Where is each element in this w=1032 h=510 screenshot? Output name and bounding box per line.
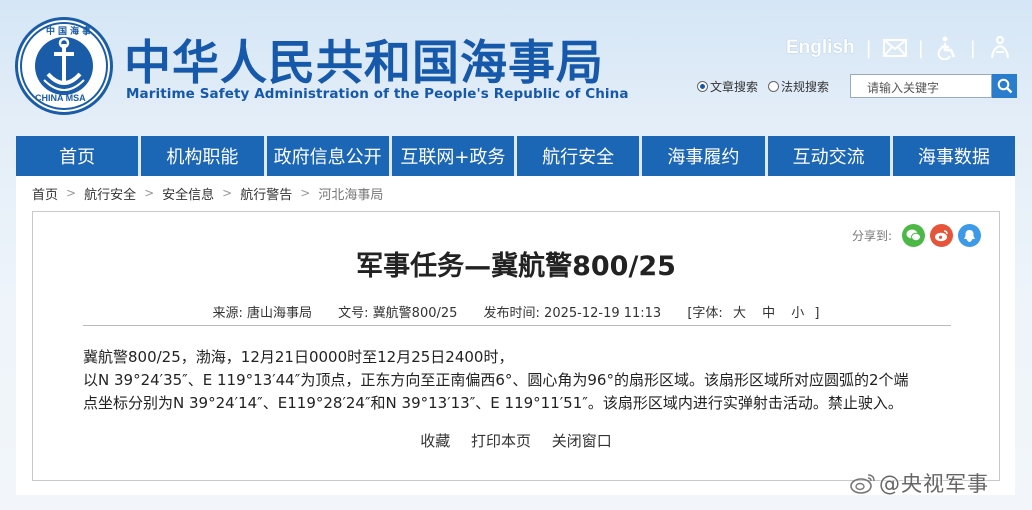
article-title: 军事任务—冀航警800/25	[356, 251, 676, 282]
breadcrumb-nav-warning[interactable]: 航行警告	[240, 184, 292, 203]
search-option-article[interactable]: 文章搜索	[697, 78, 758, 95]
watermark-text: @央视军事	[879, 472, 989, 496]
print-link[interactable]: 打印本页	[471, 432, 531, 450]
logo-bottom-text: CHINA MSA	[35, 93, 86, 103]
article-meta: 来源: 唐山海事局 文号: 冀航警800/25 发布时间: 2025-12-19…	[33, 302, 999, 321]
content-area: 分享到: 军事任务—冀航警800/25 来源: 唐山海事局 文号: 冀航警800…	[16, 210, 1015, 495]
elderly-mode-icon[interactable]	[987, 36, 1011, 60]
logo-ring-text: 中国海事	[46, 27, 95, 37]
breadcrumb-home[interactable]: 首页	[32, 184, 58, 203]
divider	[83, 325, 951, 326]
site-title-en: Maritime Safety Administration of the Pe…	[126, 86, 629, 102]
chevron-right-icon: >	[222, 186, 233, 200]
radio-article[interactable]	[697, 81, 708, 92]
article-source: 来源: 唐山海事局	[212, 306, 313, 321]
mail-icon[interactable]	[882, 36, 907, 60]
nav-gov-info[interactable]: 政府信息公开	[266, 136, 392, 176]
chevron-right-icon: >	[300, 186, 311, 200]
main-nav: 首页 机构职能 政府信息公开 互联网+政务 航行安全 海事履约 互动交流 海事数…	[16, 136, 1015, 176]
nav-compliance[interactable]: 海事履约	[642, 136, 768, 176]
article-paragraph: 以N 39°24′35″、E 119°13′44″为顶点，正东方向至正南偏西6°…	[83, 371, 909, 389]
breadcrumb-nav-safety[interactable]: 航行安全	[84, 184, 136, 203]
font-small-button[interactable]: 小	[791, 306, 804, 321]
chevron-right-icon: >	[144, 186, 155, 200]
search-options: 文章搜索 法规搜索	[697, 78, 839, 95]
nav-home[interactable]: 首页	[16, 136, 142, 176]
font-large-button[interactable]: 大	[733, 306, 746, 321]
search-option-law[interactable]: 法规搜索	[768, 78, 829, 95]
nav-internet-gov[interactable]: 互联网+政务	[391, 136, 517, 176]
breadcrumb: 首页 > 航行安全 > 安全信息 > 航行警告 > 河北海事局	[16, 176, 1015, 210]
font-size-control: [字体: 大 中 小 ]	[687, 306, 820, 321]
favorite-link[interactable]: 收藏	[420, 432, 450, 450]
close-window-link[interactable]: 关闭窗口	[552, 432, 612, 450]
article-actions: 收藏 打印本页 关闭窗口	[33, 430, 999, 451]
article-paragraph: 点坐标分别为N 39°24′14″、E119°28′24″和N 39°13′13…	[83, 394, 903, 412]
search-icon	[997, 78, 1012, 94]
breadcrumb-hebei[interactable]: 河北海事局	[318, 184, 383, 203]
breadcrumb-safety-info[interactable]: 安全信息	[162, 184, 214, 203]
article-card: 分享到: 军事任务—冀航警800/25 来源: 唐山海事局 文号: 冀航警800…	[32, 211, 1000, 481]
search-input[interactable]: 请输入关键字	[850, 74, 992, 98]
watermark: @央视军事	[849, 468, 989, 498]
share-label: 分享到:	[851, 229, 892, 243]
top-links: English | | |	[786, 36, 1011, 60]
search-button[interactable]	[992, 74, 1017, 98]
radio-law[interactable]	[768, 81, 780, 92]
weibo-watermark-icon	[850, 474, 875, 494]
article-paragraph: 冀航警800/25，渤海，12月21日0000时至12月25日2400时，	[83, 348, 514, 366]
accessibility-icon[interactable]	[935, 36, 959, 60]
article-publish-time: 发布时间: 2025-12-19 11:13	[483, 306, 662, 321]
nav-functions[interactable]: 机构职能	[141, 136, 267, 176]
nav-navigation-safety[interactable]: 航行安全	[517, 136, 643, 176]
nav-interaction[interactable]: 互动交流	[767, 136, 893, 176]
article-body: 冀航警800/25，渤海，12月21日0000时至12月25日2400时， 以N…	[83, 346, 963, 415]
chevron-right-icon: >	[66, 186, 77, 200]
site-title-cn: 中华人民共和国海事局	[124, 36, 604, 91]
site-header: 中国海事 CHINA MSA 中华人民共和国海事局 Maritime Safet…	[0, 0, 1032, 136]
article-doc-no: 文号: 冀航警800/25	[338, 306, 458, 321]
nav-data[interactable]: 海事数据	[892, 136, 1015, 176]
english-link[interactable]: English	[786, 37, 855, 59]
msa-logo[interactable]: 中国海事 CHINA MSA	[15, 17, 113, 115]
font-medium-button[interactable]: 中	[762, 306, 775, 321]
